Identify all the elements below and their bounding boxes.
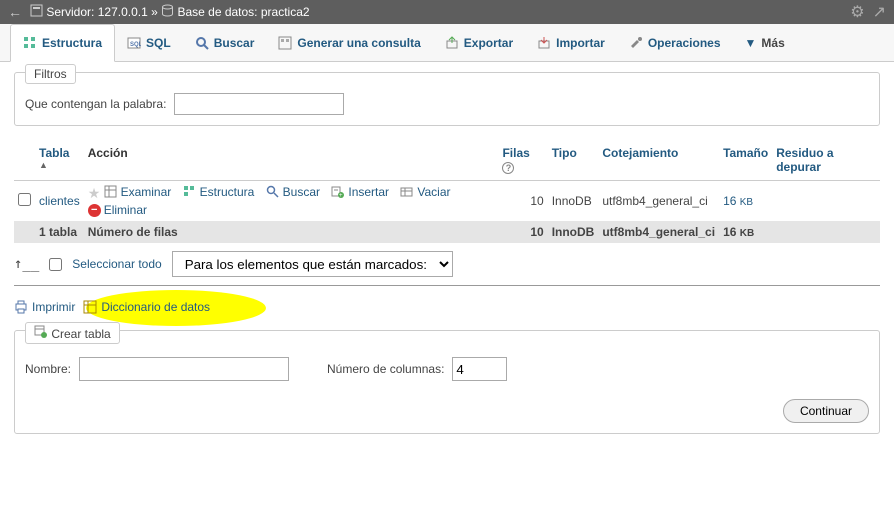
select-all-checkbox[interactable] xyxy=(49,258,62,271)
continue-button[interactable]: Continuar xyxy=(783,399,869,423)
table-row: clientes ★ Examinar Estructura Buscar +I… xyxy=(14,181,880,222)
cols-label: Número de columnas: xyxy=(327,362,444,376)
favorite-icon[interactable]: ★ xyxy=(88,185,101,201)
print-link[interactable]: Imprimir xyxy=(32,300,75,314)
select-all-row: ↑__ Seleccionar todo Para los elementos … xyxy=(14,243,880,286)
tab-structure[interactable]: Estructura xyxy=(10,24,115,62)
db-link[interactable]: practica2 xyxy=(261,5,310,19)
search-icon xyxy=(195,36,209,50)
columns-input[interactable] xyxy=(452,357,507,381)
table-name-input[interactable] xyxy=(79,357,289,381)
gear-icon[interactable]: ⚙ xyxy=(850,2,864,22)
structure-small-icon xyxy=(183,185,197,199)
browse-link[interactable]: Examinar xyxy=(104,185,172,199)
dictionary-link[interactable]: Diccionario de datos xyxy=(101,300,210,314)
select-all-link[interactable]: Seleccionar todo xyxy=(72,257,161,271)
structure-link[interactable]: Estructura xyxy=(183,185,255,199)
insert-icon: + xyxy=(331,185,345,199)
tab-query[interactable]: Generar una consulta xyxy=(266,24,432,61)
server-label: Servidor: xyxy=(46,5,94,19)
arrow-up-icon: ↑__ xyxy=(14,256,39,272)
row-collation: utf8mb4_general_ci xyxy=(598,181,719,222)
query-icon xyxy=(278,36,292,50)
search-link[interactable]: Buscar xyxy=(266,185,320,199)
th-action: Acción xyxy=(84,140,499,181)
svg-text:SQL: SQL xyxy=(130,42,141,48)
bulk-action-select[interactable]: Para los elementos que están marcados: xyxy=(172,251,453,277)
row-count: 10 xyxy=(498,181,547,222)
empty-link[interactable]: Vaciar xyxy=(400,185,450,199)
th-type[interactable]: Tipo xyxy=(548,140,599,181)
tab-bar: Estructura SQL SQL Buscar Generar una co… xyxy=(0,24,894,62)
db-label: Base de datos: xyxy=(177,5,257,19)
tab-more[interactable]: ▼ Más xyxy=(733,24,797,61)
th-overhead[interactable]: Residuo a depurar xyxy=(772,140,880,181)
database-icon xyxy=(161,4,174,20)
filter-input[interactable] xyxy=(174,93,344,115)
filters-legend: Filtros xyxy=(25,64,76,84)
tab-search[interactable]: Buscar xyxy=(183,24,267,61)
server-icon xyxy=(30,4,43,20)
tab-sql[interactable]: SQL SQL xyxy=(115,24,183,61)
filter-label: Que contengan la palabra: xyxy=(25,97,166,111)
dictionary-icon xyxy=(83,300,97,314)
tab-export[interactable]: Exportar xyxy=(433,24,525,61)
row-size: 16 KB xyxy=(719,181,772,222)
create-table-fieldset: Crear tabla Nombre: Número de columnas: … xyxy=(14,330,880,434)
drop-icon: − xyxy=(88,204,101,217)
export-icon xyxy=(445,36,459,50)
tab-operations[interactable]: Operaciones xyxy=(617,24,733,61)
th-table[interactable]: Tabla▲ xyxy=(35,140,84,181)
back-icon[interactable]: ← xyxy=(8,4,22,20)
empty-icon xyxy=(400,185,414,199)
tab-import[interactable]: Importar xyxy=(525,24,617,61)
structure-icon xyxy=(23,36,37,50)
server-link[interactable]: 127.0.0.1 xyxy=(98,5,148,19)
help-icon[interactable]: ? xyxy=(502,162,514,174)
th-collation[interactable]: Cotejamiento xyxy=(598,140,719,181)
exit-icon[interactable]: ↗ xyxy=(873,2,886,22)
browse-icon xyxy=(104,185,118,199)
insert-link[interactable]: +Insertar xyxy=(331,185,389,199)
sql-icon: SQL xyxy=(127,36,141,50)
links-row: Imprimir Diccionario de datos xyxy=(14,286,880,324)
print-icon xyxy=(14,300,28,314)
create-legend: Crear tabla xyxy=(25,322,120,344)
tables-list: Tabla▲ Acción Filas ? Tipo Cotejamiento … xyxy=(14,140,880,243)
create-table-icon xyxy=(34,325,48,339)
svg-text:+: + xyxy=(339,193,343,198)
dropdown-icon: ▼ xyxy=(745,36,757,50)
breadcrumb-bar: ← Servidor: 127.0.0.1 » Base de datos: p… xyxy=(0,0,894,24)
drop-link[interactable]: −Eliminar xyxy=(88,203,147,217)
import-icon xyxy=(537,36,551,50)
row-checkbox[interactable] xyxy=(18,193,31,206)
row-type: InnoDB xyxy=(548,181,599,222)
table-footer: 1 tabla Número de filas 10 InnoDB utf8mb… xyxy=(14,221,880,243)
th-rows[interactable]: Filas ? xyxy=(498,140,547,181)
filters-fieldset: Filtros Que contengan la palabra: xyxy=(14,72,880,126)
operations-icon xyxy=(629,36,643,50)
table-name-link[interactable]: clientes xyxy=(39,194,80,208)
name-label: Nombre: xyxy=(25,362,71,376)
search-small-icon xyxy=(266,185,280,199)
th-size[interactable]: Tamaño xyxy=(719,140,772,181)
